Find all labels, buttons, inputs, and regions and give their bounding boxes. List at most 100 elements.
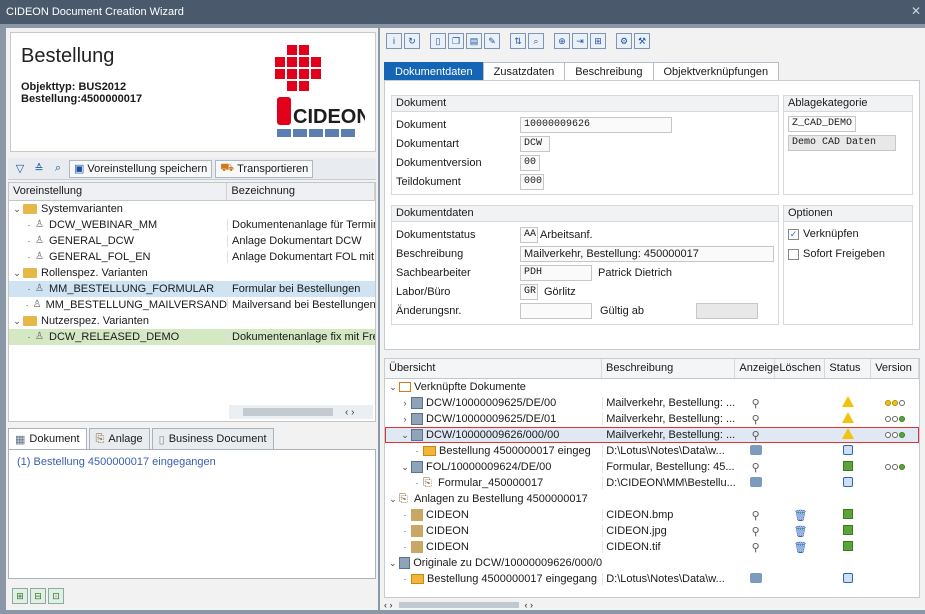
variant-row[interactable]: · ♙ DCW_WEBINAR_MM Dokumentenanlage für Ter… — [9, 217, 375, 233]
trash-icon[interactable]: 🗑 — [793, 541, 807, 554]
variant-row[interactable]: · ♙ GENERAL_FOL_EN Anlage Dokumentart FOL m… — [9, 249, 375, 265]
overview-row[interactable]: ⌄ FOL/10000009624/DE/00 Formular, Bestellu… — [385, 459, 919, 475]
expand-icon[interactable]: ⌄ — [387, 494, 399, 505]
trash-icon[interactable]: 🗑 — [793, 525, 807, 538]
refresh-icon[interactable]: ↻ — [404, 33, 420, 49]
variant-row[interactable]: ⌄ Systemvarianten — [9, 201, 375, 217]
overview-row[interactable]: ⌄ Verknüpfte Dokumente — [385, 379, 919, 395]
dokument-field[interactable]: 10000009626 — [520, 117, 672, 133]
scroll-arrows-icon[interactable]: ‹ › — [345, 407, 354, 418]
expand-icon[interactable]: ⌄ — [387, 558, 399, 569]
copy-icon[interactable]: ❐ — [448, 33, 464, 49]
structure-icon[interactable]: ⊞ — [590, 33, 606, 49]
dokumentstatus-code[interactable]: AA — [520, 227, 538, 243]
trash-icon[interactable]: 🗑 — [793, 509, 807, 522]
tab-zusatzdaten[interactable]: Zusatzdaten — [482, 62, 566, 81]
sachbearbeiter-code[interactable]: PDH — [520, 265, 592, 281]
view-icon[interactable]: ⚲ — [752, 461, 760, 474]
file-open-icon[interactable] — [749, 572, 762, 583]
transport-button[interactable]: ⛟ Transportieren — [215, 159, 314, 178]
find-icon[interactable]: ⌕ — [50, 161, 66, 177]
file-open-icon[interactable] — [749, 476, 762, 487]
teildokument-field[interactable]: 000 — [520, 174, 544, 190]
view-icon[interactable]: ⚲ — [752, 397, 760, 410]
dokumentversion-field[interactable]: 00 — [520, 155, 540, 171]
col-beschreibung[interactable]: Beschreibung — [602, 359, 736, 378]
overview-row[interactable]: ⌄ ⎘ Anlagen zu Bestellung 4500000017 — [385, 491, 919, 507]
overview-scroll-thumb[interactable] — [398, 602, 519, 608]
find-icon[interactable]: ⌕ — [528, 33, 544, 49]
tools-icon[interactable]: ⚒ — [634, 33, 650, 49]
view-icon[interactable]: ⚲ — [752, 541, 760, 554]
green-action-icon-1[interactable]: ⊞ — [12, 588, 28, 604]
settings-icon[interactable]: ⚙ — [616, 33, 632, 49]
view-icon[interactable]: ⚲ — [752, 525, 760, 538]
tab-business-document[interactable]: ▯ Business Document — [151, 428, 274, 450]
sort-icon[interactable]: ≙ — [31, 161, 47, 177]
variant-row[interactable]: · ♙ MM_BESTELLUNG_FORMULAR Formular bei Bes… — [9, 281, 375, 297]
variant-row[interactable]: ⌄ Nutzerspez. Varianten — [9, 313, 375, 329]
variant-row[interactable]: · ♙ DCW_RELEASED_DEMO Dokumentenanlage fix … — [9, 329, 375, 345]
overview-row[interactable]: › DCW/10000009625/DE/00 Mailverkehr, Beste… — [385, 395, 919, 411]
sort-asc-icon[interactable]: ⇅ — [510, 33, 526, 49]
horizontal-scrollbar[interactable]: ‹ › — [229, 405, 373, 419]
edit-icon[interactable]: ✎ — [484, 33, 500, 49]
col-anzeige[interactable]: Anzeige — [735, 359, 779, 378]
aenderungsnr-field[interactable] — [520, 303, 592, 319]
scroll-left-icon[interactable]: ‹ › — [384, 600, 393, 610]
beschreibung-field[interactable]: Mailverkehr, Bestellung: 450000017 — [520, 246, 774, 262]
paste-icon[interactable]: ▤ — [466, 33, 482, 49]
expand-icon[interactable]: ⌄ — [387, 382, 399, 393]
col-voreinstellung[interactable]: Voreinstellung — [9, 183, 228, 200]
sofort-freigeben-checkbox[interactable]: Sofort Freigeben — [788, 248, 885, 260]
expand-icon[interactable]: › — [399, 414, 411, 424]
overview-row[interactable]: · CIDEON CIDEON.jpg ⚲ 🗑 — [385, 523, 919, 539]
variant-row[interactable]: · ♙ GENERAL_DCW Anlage Dokumentart DCW — [9, 233, 375, 249]
filter-icon[interactable]: ▽ — [12, 161, 28, 177]
overview-row[interactable]: · ⎘ Formular_450000017 D:\CIDEON\MM\Bestell… — [385, 475, 919, 491]
view-icon[interactable]: ⚲ — [752, 413, 760, 426]
overview-scrollbar[interactable]: ‹ › ‹ › — [384, 600, 604, 610]
view-icon[interactable]: ⚲ — [752, 429, 760, 442]
variant-row[interactable]: · ♙ MM_BESTELLUNG_MAILVERSAND Mailversand b… — [9, 297, 375, 313]
tab-anlage[interactable]: ⎘ Anlage — [88, 428, 150, 450]
ablage-code-field[interactable]: Z_CAD_DEMO — [788, 116, 856, 132]
info-icon[interactable]: i — [386, 33, 402, 49]
overview-row[interactable]: · Bestellung 4500000017 eingegang D:\Lotus… — [385, 571, 919, 587]
save-default-button[interactable]: ▣ Voreinstellung speichern — [69, 159, 213, 178]
overview-row[interactable]: · CIDEON CIDEON.bmp ⚲ 🗑 — [385, 507, 919, 523]
expand-icon[interactable]: ⌄ — [399, 462, 411, 473]
overview-row[interactable]: › DCW/10000009625/DE/01 Mailverkehr, Beste… — [385, 411, 919, 427]
close-icon[interactable]: ✕ — [911, 4, 921, 18]
overview-row[interactable]: · CIDEON CIDEON.tif ⚲ 🗑 — [385, 539, 919, 555]
export-icon[interactable]: ⇥ — [572, 33, 588, 49]
new-document-icon[interactable]: ▯ — [430, 33, 446, 49]
tab-beschreibung[interactable]: Beschreibung — [564, 62, 654, 81]
col-version[interactable]: Version — [871, 359, 919, 378]
labor-code[interactable]: GR — [520, 284, 538, 300]
scroll-thumb[interactable] — [243, 408, 333, 416]
expand-icon[interactable]: ⌄ — [11, 204, 23, 215]
zoom-icon[interactable]: ⊕ — [554, 33, 570, 49]
green-action-icon-2[interactable]: ⊟ — [30, 588, 46, 604]
overview-row[interactable]: · Bestellung 4500000017 eingeg D:\Lotus\No… — [385, 443, 919, 459]
overview-row[interactable]: ⌄ DCW/10000009626/000/00 Mailverkehr, Best… — [385, 427, 919, 443]
variant-row[interactable]: ⌄ Rollenspez. Varianten — [9, 265, 375, 281]
scroll-right-icon[interactable]: ‹ › — [525, 600, 534, 610]
expand-icon[interactable]: ⌄ — [11, 268, 23, 279]
tab-dokument[interactable]: ▦ Dokument — [8, 428, 87, 450]
file-open-icon[interactable] — [749, 444, 762, 455]
dokumentart-field[interactable]: DCW — [520, 136, 550, 152]
col-status[interactable]: Status — [825, 359, 872, 378]
expand-icon[interactable]: › — [399, 398, 411, 408]
verknuepfen-checkbox[interactable]: ✓ Verknüpfen — [788, 228, 859, 240]
col-bezeichnung[interactable]: Bezeichnung — [227, 183, 375, 200]
expand-icon[interactable]: ⌄ — [11, 316, 23, 327]
tab-objektverknuepfungen[interactable]: Objektverknüpfungen — [652, 62, 780, 81]
expand-icon[interactable]: ⌄ — [399, 430, 411, 441]
col-uebersicht[interactable]: Übersicht — [385, 359, 602, 378]
overview-row[interactable]: ⌄ Originale zu DCW/10000009626/000/0 — [385, 555, 919, 571]
gueltig-ab-field[interactable] — [696, 303, 758, 319]
tab-dokumentdaten[interactable]: Dokumentdaten — [384, 62, 484, 81]
view-icon[interactable]: ⚲ — [752, 509, 760, 522]
